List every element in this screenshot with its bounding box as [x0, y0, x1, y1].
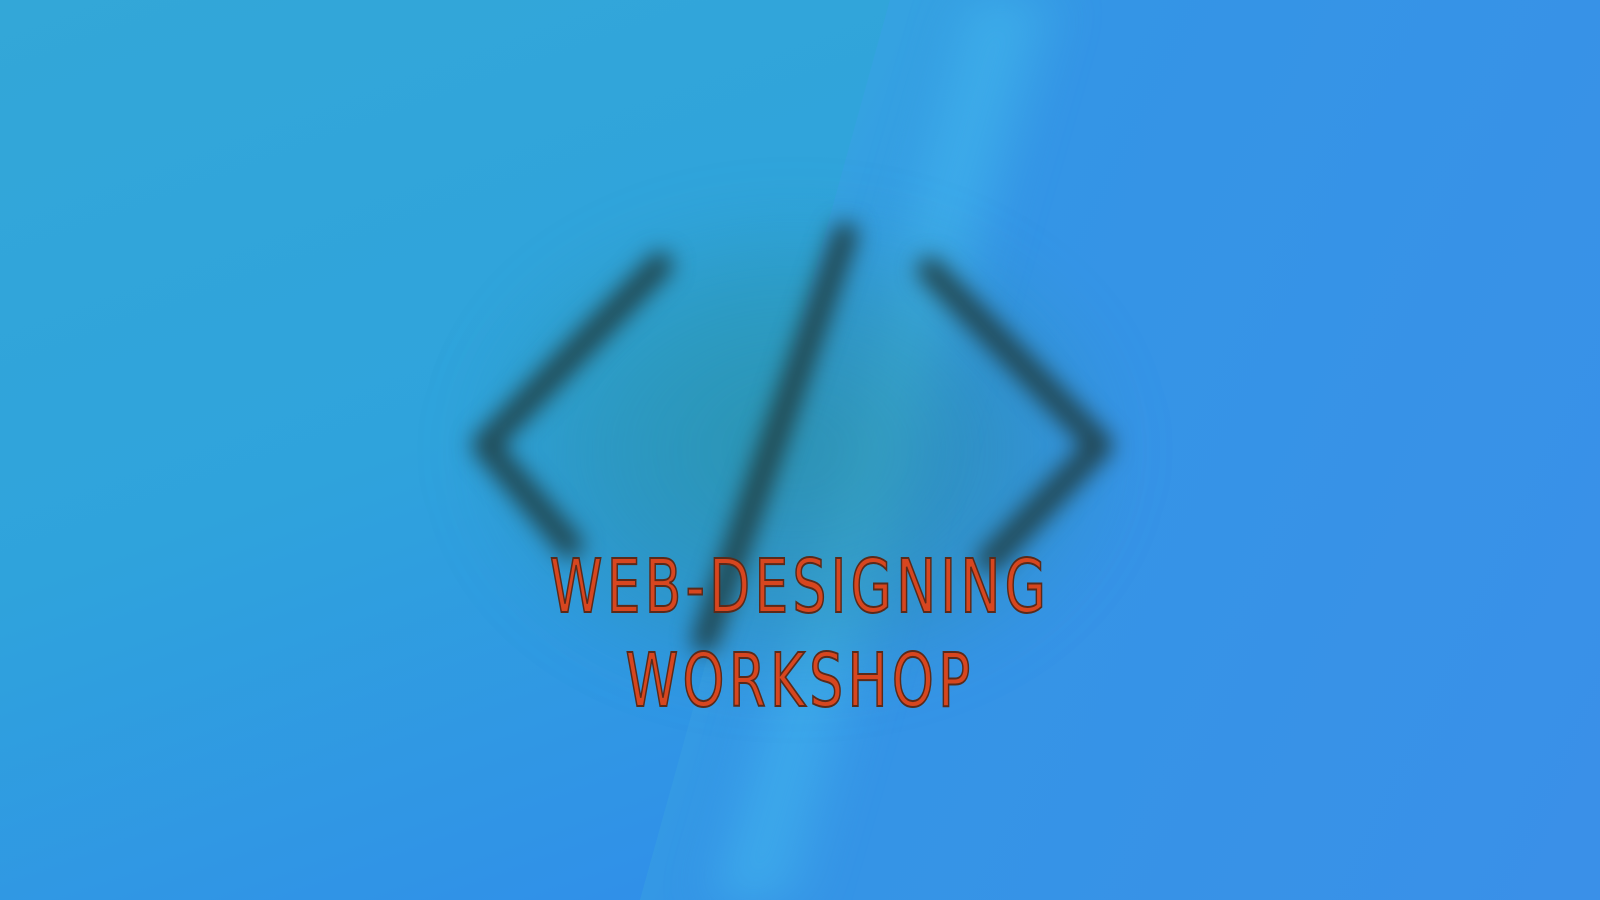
title-line-1: WEB-DESIGNING	[549, 543, 1051, 631]
code-brackets-icon	[472, 222, 1113, 653]
workshop-title: WEB-DESIGNING WORKSHOP	[224, 540, 1376, 728]
right-angle-bracket	[917, 257, 1113, 573]
slide: WEB-DESIGNING WORKSHOP	[0, 0, 1600, 900]
left-angle-bracket	[472, 252, 673, 558]
title-line-2: WORKSHOP	[625, 637, 975, 725]
